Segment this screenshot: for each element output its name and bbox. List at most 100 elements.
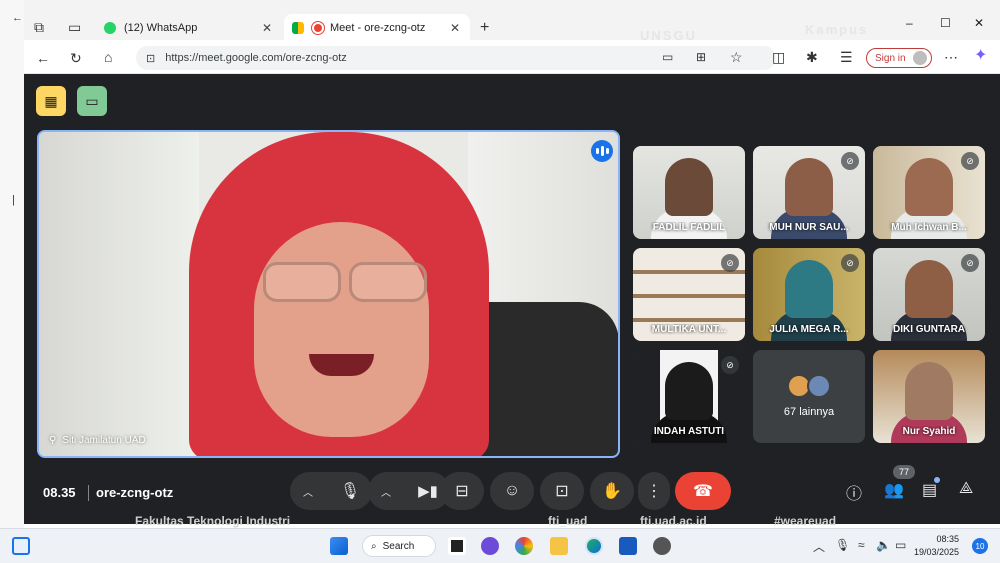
widgets-icon[interactable] (12, 537, 30, 555)
app-install-icon[interactable]: ⊞ (696, 51, 706, 63)
task-view-icon[interactable] (448, 537, 466, 555)
chevron-up-icon[interactable]: ︿ (813, 538, 825, 555)
watermark-logo: UNSGU (640, 28, 697, 43)
camera-control-group: ︿ ▶▮ (368, 472, 450, 510)
tab-title: Meet - ore-zcng-otz (330, 22, 426, 34)
mic-off-icon: ⊘ (841, 152, 859, 170)
chat-icon[interactable]: ▤ (922, 480, 937, 500)
participant-tile[interactable]: Nur Syahid (873, 350, 985, 443)
maximize-button[interactable]: ☐ (940, 16, 951, 30)
divider (88, 485, 89, 501)
taskbar-clock[interactable]: 08:35 19/03/2025 (914, 533, 959, 559)
devices-icon[interactable]: ▭ (77, 86, 107, 116)
taskbar-time: 08:35 (936, 534, 960, 544)
volume-icon[interactable]: 🔈 (876, 538, 891, 552)
mic-button[interactable]: 🎙 (328, 472, 372, 510)
chat-notification-dot (934, 477, 940, 483)
activities-icon[interactable]: ⟁ (959, 480, 973, 498)
left-gutter: ← | (0, 0, 24, 563)
participant-name: Nur Syahid (902, 426, 956, 437)
participant-tile[interactable]: ⊘ MULTIKA UNT... (633, 248, 745, 341)
word-icon[interactable] (619, 537, 637, 555)
start-icon[interactable] (330, 537, 348, 555)
extensions-icon[interactable]: ✱ (806, 50, 818, 64)
notification-badge[interactable]: 10 (972, 538, 988, 554)
participant-tile[interactable]: FADLIL FADLIL (633, 146, 745, 239)
participant-tile[interactable]: ⊘ INDAH ASTUTI (633, 350, 745, 443)
more-participants-tile[interactable]: 67 lainnya (753, 350, 865, 443)
mic-off-icon: ⊘ (961, 152, 979, 170)
emoji-button[interactable]: ☺ (490, 472, 534, 510)
new-tab-button[interactable]: + (480, 20, 489, 36)
workspaces-icon[interactable]: ⧉ (34, 20, 44, 34)
mic-off-icon: ⊘ (841, 254, 859, 272)
scroll-marker: | (12, 194, 15, 206)
split-screen-icon[interactable]: ◫ (772, 50, 785, 64)
close-tab-icon[interactable]: ✕ (448, 21, 462, 35)
more-options-button[interactable]: ⋮ (638, 472, 670, 510)
close-tab-icon[interactable]: ✕ (260, 21, 274, 35)
back-icon[interactable]: ← (36, 51, 50, 65)
close-window-button[interactable]: ✕ (974, 16, 984, 30)
browser-tab-bar: ⧉ ▭ (12) WhatsApp ✕ Meet - ore-zcng-otz … (0, 0, 1000, 43)
file-explorer-icon[interactable] (550, 537, 568, 555)
participant-tile[interactable]: ⊘ DIKI GUNTARA (873, 248, 985, 341)
participant-tile[interactable]: ⊘ Muh Ichwan B... (873, 146, 985, 239)
minimize-button[interactable]: – (906, 16, 913, 30)
camera-in-use-icon[interactable]: ▭ (662, 51, 673, 63)
whatsapp-icon (104, 22, 116, 34)
chevron-up-icon[interactable]: ︿ (381, 484, 391, 499)
microphone-tray-icon[interactable]: 🎙 (835, 538, 850, 552)
footer-overlay-handle: fti_uad (548, 514, 588, 528)
wifi-icon[interactable]: ≈ (858, 538, 865, 552)
background-wall (39, 132, 199, 456)
meeting-code: ore-zcng-otz (96, 485, 174, 500)
settings-icon[interactable] (653, 537, 671, 555)
info-icon[interactable]: ⓘ (846, 480, 862, 504)
back-arrow-icon: ← (12, 12, 23, 24)
sign-in-button[interactable]: Sign in (866, 48, 932, 68)
people-icon[interactable]: 👥 (884, 480, 904, 500)
mic-off-icon: ⊘ (721, 356, 739, 374)
speaker-glasses (257, 262, 432, 302)
copilot-taskbar-icon[interactable] (515, 537, 533, 555)
raise-hand-button[interactable]: ✋ (590, 472, 634, 510)
favorite-star-icon[interactable]: ☆ (730, 50, 743, 64)
settings-more-icon[interactable]: ⋯ (944, 50, 958, 64)
chevron-up-icon[interactable]: ︿ (303, 484, 313, 499)
meeting-time: 08.35 (43, 485, 76, 500)
battery-icon[interactable]: ▭ (895, 538, 906, 552)
address-bar: ← ↻ ⌂ ⊡ https://meet.google.com/ore-zcng… (24, 42, 1000, 74)
participant-name: FADLIL FADLIL (652, 222, 726, 233)
copilot-icon[interactable]: ✦ (974, 48, 987, 64)
speaking-indicator-icon (591, 140, 613, 162)
footer-overlay-text: Fakultas Teknologi Industri (135, 514, 291, 528)
teams-icon[interactable] (481, 537, 499, 555)
mic-control-group: ︿ 🎙 (290, 472, 372, 510)
tab-title: (12) WhatsApp (124, 22, 198, 34)
site-info-icon[interactable]: ⊡ (146, 52, 155, 65)
end-call-button[interactable]: ☎ (675, 472, 731, 510)
footer-overlay-site: fti.uad.ac.id (640, 514, 707, 528)
footer-overlay-hashtag: #weareuad (774, 514, 837, 528)
refresh-icon[interactable]: ↻ (70, 51, 82, 65)
pin-icon[interactable]: ⚲ (49, 435, 56, 446)
participant-tile[interactable]: ⊘ JULIA MEGA R... (753, 248, 865, 341)
camera-off-notice-icon[interactable]: ▦ (36, 86, 66, 116)
tab-whatsapp[interactable]: (12) WhatsApp ✕ (96, 14, 282, 42)
url-field[interactable]: ⊡ https://meet.google.com/ore-zcng-otz (136, 46, 776, 70)
taskbar-date: 19/03/2025 (914, 547, 960, 557)
home-icon[interactable]: ⌂ (104, 50, 112, 64)
tab-actions-icon[interactable]: ▭ (68, 20, 81, 34)
edge-icon[interactable] (585, 537, 603, 555)
present-button[interactable]: ⊡ (540, 472, 584, 510)
captions-button[interactable]: ⊟ (440, 472, 484, 510)
search-label: Search (382, 540, 415, 552)
taskbar-search[interactable]: ⌕ Search (362, 535, 436, 557)
favorites-icon[interactable]: ☰ (840, 50, 853, 64)
main-speaker-tile[interactable]: ⚲ Siti Jamilatun UAD (37, 130, 620, 458)
participant-tile[interactable]: ⊘ MUH NUR SAU... (753, 146, 865, 239)
mic-off-icon: ⊘ (721, 254, 739, 272)
participant-name: JULIA MEGA R... (769, 324, 849, 335)
tab-meet[interactable]: Meet - ore-zcng-otz ✕ (284, 14, 470, 42)
